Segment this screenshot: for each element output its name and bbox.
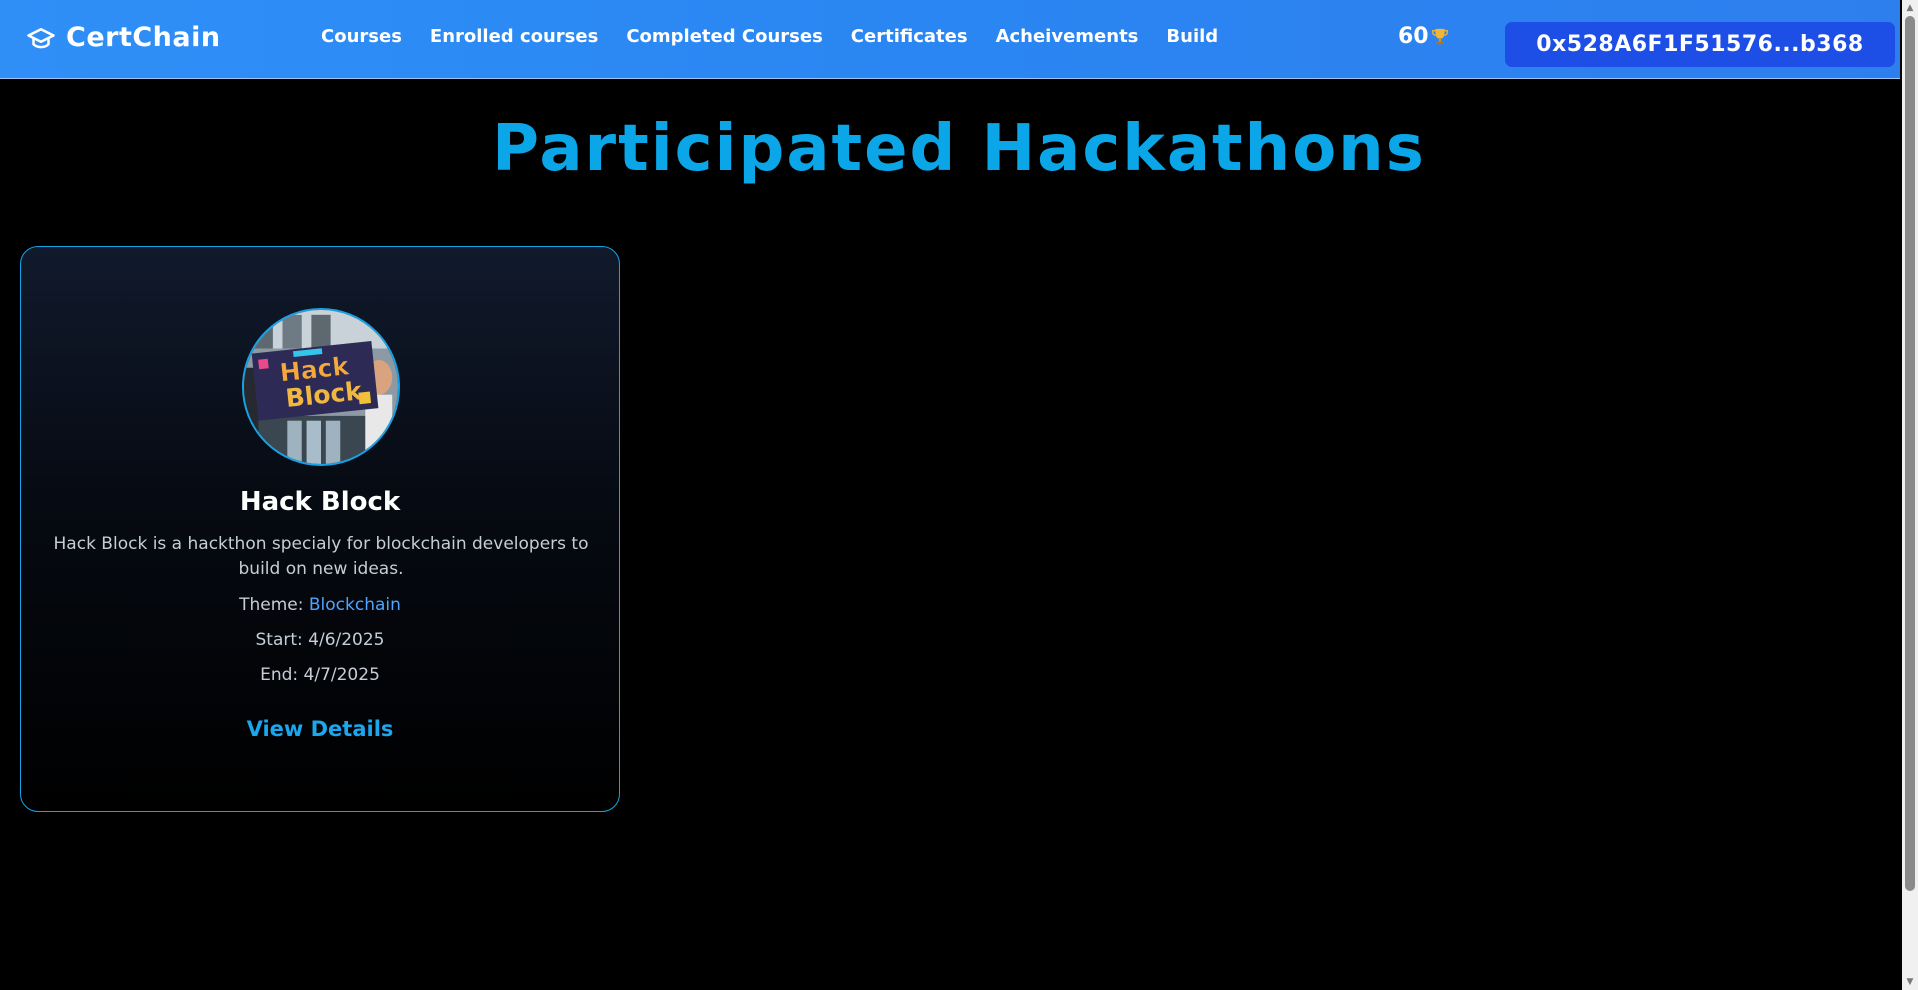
view-details-link[interactable]: View Details — [21, 717, 619, 741]
nav-link-achievements[interactable]: Acheivements — [996, 26, 1139, 47]
scroll-down-arrow-icon[interactable]: ▼ — [1902, 974, 1918, 990]
nav-link-enrolled-courses[interactable]: Enrolled courses — [430, 26, 598, 47]
brand-name: CertChain — [66, 22, 221, 53]
nav-link-build[interactable]: Build — [1166, 26, 1218, 47]
scroll-up-arrow-icon[interactable]: ▲ — [1902, 0, 1918, 16]
hackathon-description: Hack Block is a hackthon specialy for bl… — [53, 534, 589, 579]
hackathon-theme-label: Theme: — [239, 595, 304, 615]
hackathon-card: Hack Block Hack Block Hack Block is a ha… — [20, 246, 620, 812]
hackathon-image: Hack Block — [242, 308, 400, 466]
hackathon-theme-value: Blockchain — [308, 595, 401, 615]
wallet-address-button[interactable]: 0x528A6F1F51576...b368 — [1505, 22, 1895, 67]
hackathon-theme: Theme: Blockchain — [21, 595, 619, 615]
hackathon-start-date: Start: 4/6/2025 — [255, 630, 385, 650]
page-title: Participated Hackathons — [492, 112, 1426, 186]
hackathon-end-date: End: 4/7/2025 — [260, 665, 380, 685]
nav-links: Courses Enrolled courses Completed Cours… — [321, 26, 1246, 47]
points-value: 60 — [1398, 24, 1429, 49]
nav-link-courses[interactable]: Courses — [321, 26, 402, 47]
points-display: 60 — [1398, 24, 1449, 49]
nav-link-certificates[interactable]: Certificates — [851, 26, 968, 47]
trophy-icon — [1431, 28, 1448, 44]
nav-link-completed-courses[interactable]: Completed Courses — [626, 26, 822, 47]
graduation-cap-icon — [27, 27, 55, 48]
brand-logo[interactable]: CertChain — [26, 22, 221, 53]
top-navbar: CertChain Courses Enrolled courses Compl… — [0, 0, 1900, 79]
hackathon-name: Hack Block — [239, 487, 401, 517]
